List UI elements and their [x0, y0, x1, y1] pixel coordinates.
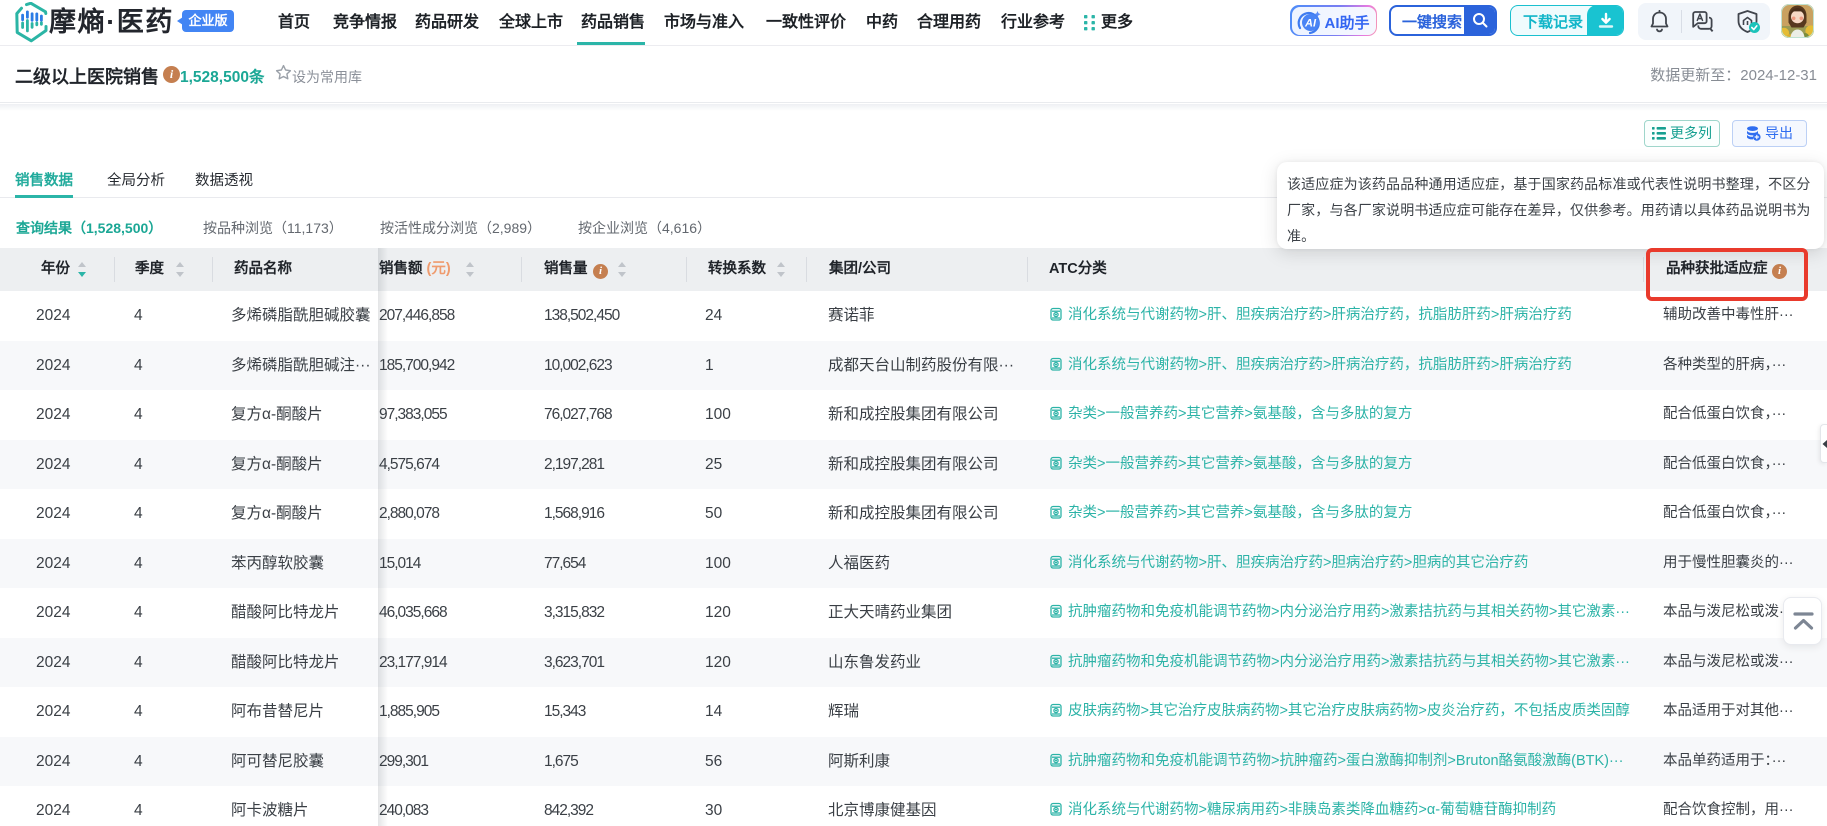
svg-text:AI: AI [1304, 17, 1317, 29]
